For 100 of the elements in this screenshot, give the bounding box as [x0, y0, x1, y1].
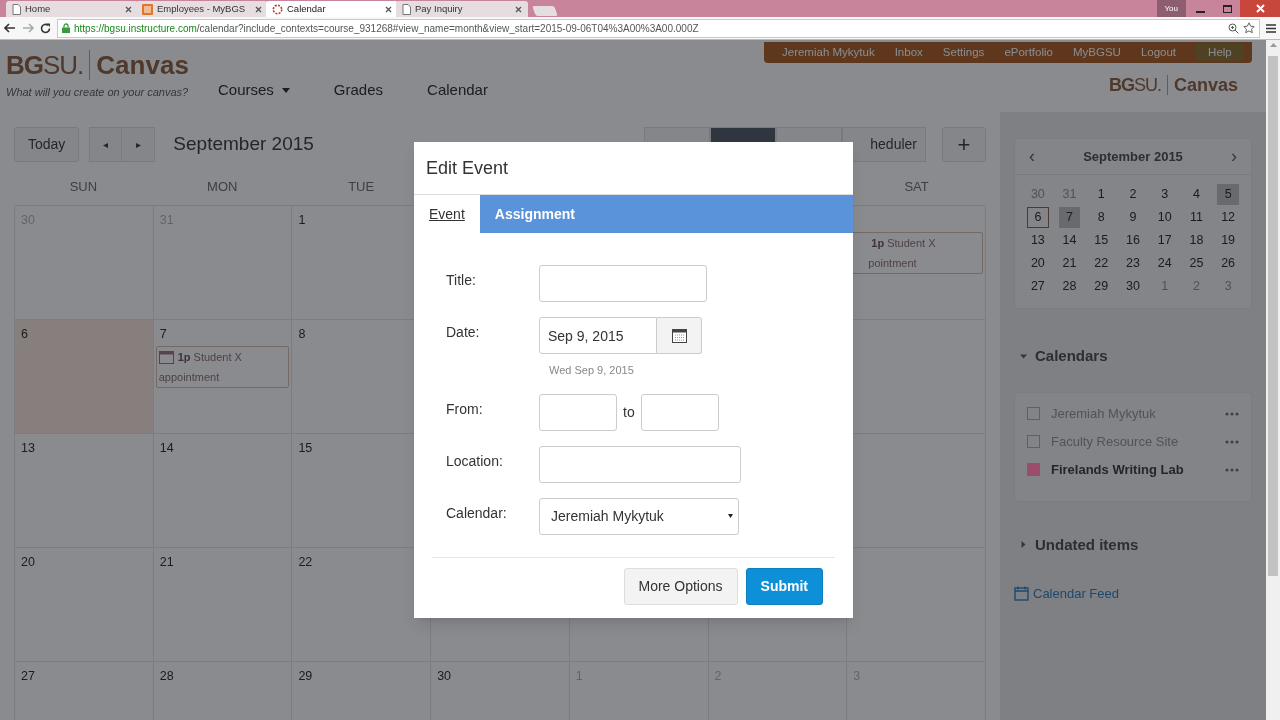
forward-icon[interactable]	[22, 23, 34, 33]
previous-button[interactable]: ◂	[89, 127, 123, 162]
mini-calendar-day[interactable]: 1	[1090, 184, 1113, 205]
mini-calendar-day[interactable]: 25	[1185, 253, 1208, 274]
mini-calendar-day[interactable]: 22	[1090, 253, 1113, 274]
scrollbar[interactable]	[1266, 40, 1280, 720]
mini-calendar-day[interactable]: 26	[1217, 253, 1239, 274]
dialog-tab[interactable]: Assignment	[479, 195, 590, 233]
user-menu-link[interactable]: MyBGSU	[1072, 43, 1121, 62]
mini-calendar-day[interactable]: 23	[1122, 253, 1144, 274]
mini-calendar-day[interactable]: 16	[1122, 230, 1144, 251]
mini-calendar-day[interactable]: 30	[1122, 276, 1144, 297]
text-field[interactable]	[539, 445, 741, 483]
date-field[interactable]: Sep 9, 2015	[539, 317, 657, 354]
calendars-toggle[interactable]: Calendars	[1014, 345, 1108, 368]
event-text: appointment	[158, 370, 221, 385]
tab-title: Pay Inquiry	[415, 1, 463, 16]
view-tab[interactable]: heduler	[842, 127, 926, 162]
mini-calendar-day[interactable]: 5	[1217, 184, 1239, 205]
calendar-checkbox[interactable]	[1027, 435, 1040, 448]
close-icon[interactable]	[385, 5, 392, 13]
mini-calendar-day[interactable]: 29	[1090, 276, 1113, 297]
mini-calendar-day[interactable]: 24	[1153, 253, 1176, 274]
mini-calendar-day[interactable]: 6	[1027, 207, 1049, 228]
day-cell[interactable]: 21	[153, 548, 293, 662]
star-icon[interactable]	[1243, 22, 1255, 34]
close-button[interactable]	[1240, 0, 1280, 17]
mini-calendar-day[interactable]: 17	[1153, 230, 1176, 251]
next-button[interactable]: ›	[1231, 143, 1237, 170]
day-number: 21	[158, 554, 175, 571]
day-cell[interactable]: 14	[153, 434, 293, 548]
mini-calendar-day[interactable]: 11	[1185, 207, 1208, 228]
profile-badge[interactable]: You	[1156, 0, 1186, 17]
browser-tab[interactable]: Calendar	[266, 1, 398, 17]
mini-calendar-day[interactable]: 4	[1185, 184, 1208, 205]
dialog-tab[interactable]: Event	[414, 195, 480, 233]
end-time-field[interactable]	[640, 393, 719, 431]
browser-tab[interactable]: Pay Inquiry	[396, 1, 528, 17]
mini-calendar-day[interactable]: 12	[1217, 207, 1239, 228]
mini-calendar-day[interactable]: 13	[1027, 230, 1049, 251]
submit-button[interactable]: Submit	[745, 567, 823, 605]
today-button[interactable]: Today	[14, 127, 80, 162]
undated-items-toggle[interactable]: Undated items	[1014, 533, 1139, 556]
mini-calendar-day[interactable]: 9	[1122, 207, 1144, 228]
user-menu-link[interactable]: Inbox	[894, 43, 923, 62]
day-cell[interactable]: 13	[15, 434, 154, 548]
mini-calendar-day[interactable]: 10	[1153, 207, 1176, 228]
mini-calendar-day[interactable]: 7	[1058, 207, 1081, 228]
day-cell[interactable]: 7 1p Student X appointment	[153, 320, 293, 434]
calendar-select[interactable]: Jeremiah Mykytuk	[539, 497, 739, 535]
mini-calendar-day[interactable]: 20	[1027, 253, 1049, 274]
back-icon[interactable]	[4, 23, 16, 33]
nav-link[interactable]: Grades	[333, 78, 384, 102]
user-menu-link[interactable]: Settings	[942, 43, 985, 62]
mini-calendar-day[interactable]: 2	[1122, 184, 1144, 205]
mini-calendar-day[interactable]: 18	[1185, 230, 1208, 251]
user-menu-link[interactable]: Logout	[1140, 43, 1177, 62]
mini-calendar-day[interactable]: 15	[1090, 230, 1113, 251]
zoom-icon[interactable]	[1228, 22, 1239, 34]
more-icon[interactable]	[1225, 467, 1239, 472]
calendar-feed-link[interactable]: Calendar Feed	[1014, 584, 1119, 604]
mini-calendar-day[interactable]: 8	[1090, 207, 1113, 228]
close-icon[interactable]	[515, 5, 522, 13]
more-icon[interactable]	[1225, 411, 1239, 416]
day-cell[interactable]	[847, 548, 986, 662]
mini-calendar-day[interactable]: 21	[1058, 253, 1081, 274]
more-options-button[interactable]: More Options	[623, 567, 738, 605]
mini-calendar-day[interactable]: 14	[1058, 230, 1081, 251]
reload-icon[interactable]	[40, 22, 51, 34]
close-icon[interactable]	[125, 5, 132, 13]
browser-tab[interactable]: Home	[6, 1, 138, 17]
mini-calendar-day[interactable]: 19	[1217, 230, 1239, 251]
browser-tab[interactable]: Employees - MyBGS	[136, 1, 268, 17]
nav-link[interactable]: Calendar	[427, 78, 488, 102]
add-button[interactable]: +	[942, 127, 986, 162]
close-icon[interactable]	[255, 5, 262, 13]
next-button[interactable]: ▸	[122, 127, 156, 162]
address-bar[interactable]: https://bgsu.instructure.com/calendar?include_contexts=course_931268#view_name=month&view_start=2015-09-06T04%3A00%3A00.000Z	[57, 18, 1260, 38]
calendar-name[interactable]: Firelands Writing Lab	[1051, 459, 1184, 480]
day-cell[interactable]: 20	[15, 548, 154, 662]
menu-icon[interactable]	[1266, 23, 1276, 33]
day-cell[interactable]: 6	[15, 320, 154, 434]
more-icon[interactable]	[1225, 439, 1239, 444]
user-menu-link[interactable]: Help	[1196, 43, 1244, 62]
calendar-checkbox[interactable]	[1027, 407, 1040, 420]
date-picker-button[interactable]	[657, 317, 702, 354]
text-field[interactable]	[539, 265, 707, 302]
scroll-up-icon[interactable]	[1269, 43, 1277, 47]
mini-calendar-day[interactable]: 3	[1153, 184, 1176, 205]
previous-button[interactable]: ‹	[1029, 143, 1035, 170]
nav-link[interactable]: Courses	[218, 78, 290, 102]
calendar-checkbox[interactable]	[1027, 463, 1040, 476]
mini-calendar-day[interactable]: 28	[1058, 276, 1081, 297]
new-tab-button[interactable]	[532, 6, 558, 16]
mini-calendar-day[interactable]: 27	[1027, 276, 1049, 297]
user-menu-link[interactable]: ePortfolio	[1004, 43, 1053, 62]
event-chip[interactable]: 1p Student X appointment	[155, 346, 290, 388]
tab-title: Employees - MyBGS	[157, 1, 246, 16]
start-time-field[interactable]	[539, 393, 617, 431]
user-menu-link[interactable]: Jeremiah Mykytuk	[782, 43, 875, 62]
